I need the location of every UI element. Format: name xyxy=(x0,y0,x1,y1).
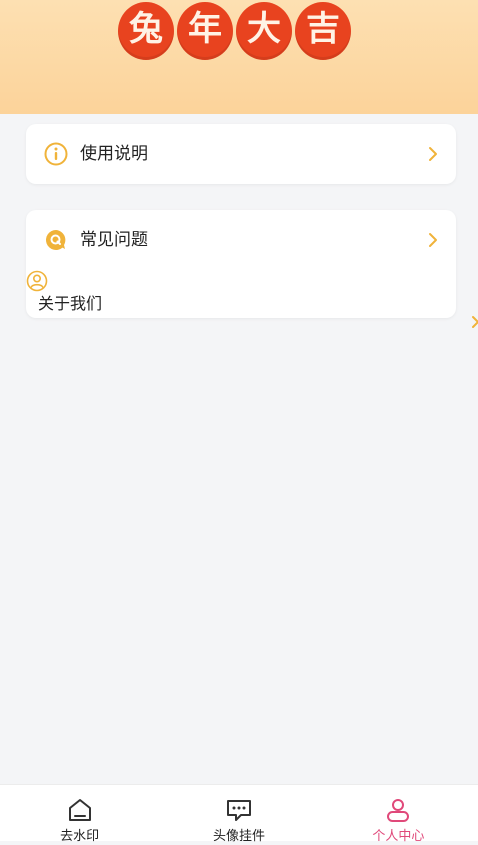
banner-char: 吉 xyxy=(295,2,351,60)
banner-char: 年 xyxy=(177,2,233,60)
tab-label: 去水印 xyxy=(60,829,100,844)
chevron-right-icon xyxy=(424,145,442,163)
user-icon xyxy=(383,795,413,825)
tab-avatar-pendant[interactable]: 头像挂件 xyxy=(159,785,318,844)
menu-item-label: 关于我们 xyxy=(38,294,103,313)
menu-item-about[interactable]: 关于我们 xyxy=(26,268,456,318)
menu-card-help: 常见问题 关于我们 xyxy=(26,210,456,318)
menu-item-label: 常见问题 xyxy=(80,230,148,250)
menu-item-label: 使用说明 xyxy=(80,144,148,164)
tab-profile[interactable]: 个人中心 xyxy=(319,785,478,844)
menu-item-usage[interactable]: 使用说明 xyxy=(26,124,456,184)
tab-label: 头像挂件 xyxy=(212,829,265,844)
home-icon xyxy=(65,795,95,825)
tab-watermark[interactable]: 去水印 xyxy=(0,785,159,844)
user-circle-icon xyxy=(26,270,48,292)
banner-char: 兔 xyxy=(118,2,174,60)
banner-greeting: 兔 年 大 吉 xyxy=(118,0,351,60)
message-icon xyxy=(224,795,254,825)
chevron-right-icon xyxy=(472,314,478,328)
menu-card-usage: 使用说明 xyxy=(26,124,456,184)
chevron-right-icon xyxy=(424,231,442,249)
info-icon xyxy=(44,142,68,166)
bottom-tab-bar: 去水印 头像挂件 个人中心 xyxy=(0,784,478,844)
tab-label: 个人中心 xyxy=(372,829,425,844)
question-bubble-icon xyxy=(44,228,68,252)
menu-item-faq[interactable]: 常见问题 xyxy=(26,210,456,270)
banner-char: 大 xyxy=(236,2,292,60)
header-banner: 兔 年 大 吉 xyxy=(0,0,478,114)
